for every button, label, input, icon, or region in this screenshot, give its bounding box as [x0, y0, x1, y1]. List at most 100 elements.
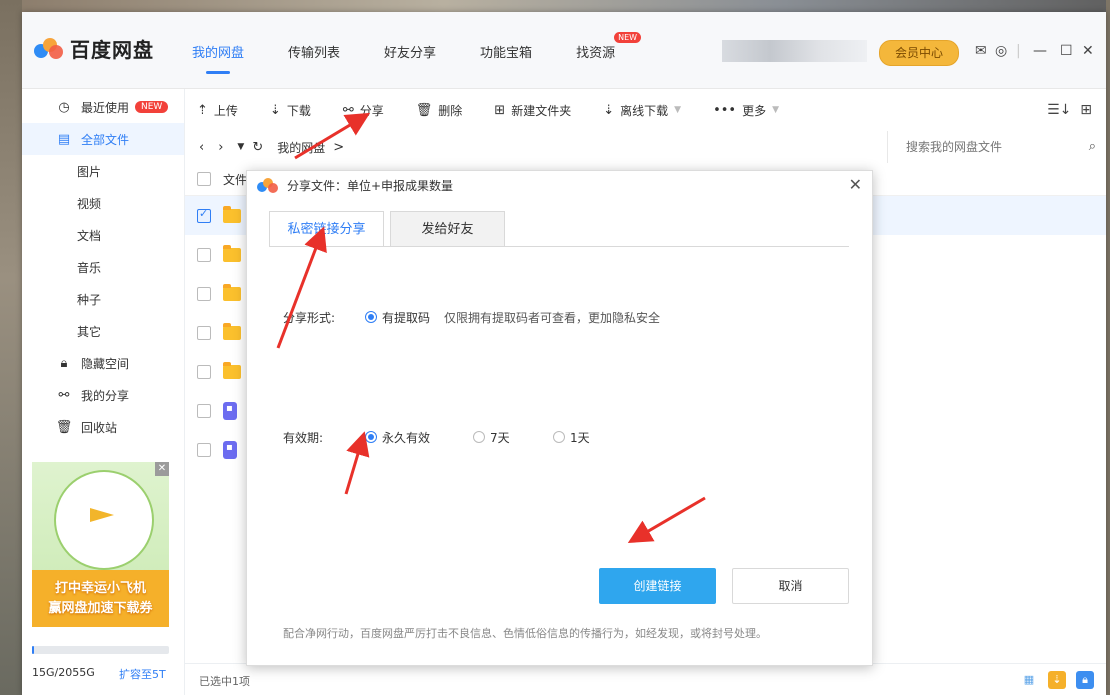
sidebar-item-all-files[interactable]: ▤ 全部文件	[22, 123, 184, 155]
create-link-button[interactable]: 创建链接	[599, 568, 716, 604]
sidebar-item-docs[interactable]: 文档	[22, 219, 184, 251]
settings-icon[interactable]: ◎	[995, 43, 1007, 59]
new-folder-button[interactable]: ⊞ 新建文件夹	[494, 102, 571, 119]
promo-banner[interactable]: ✕ 打中幸运小飞机 赢网盘加速下载券	[32, 462, 169, 627]
sidebar-item-my-shares[interactable]: ⚯ 我的分享	[22, 379, 184, 411]
sidebar-item-label: 隐藏空间	[81, 356, 130, 371]
storage-fill	[32, 646, 34, 654]
share-form-hint: 仅限拥有提取码者可查看，更加隐私安全	[444, 311, 661, 325]
main-nav: 我的网盘 传输列表 好友分享 功能宝箱 找资源 NEW	[192, 32, 659, 74]
nav-label: 好友分享	[384, 46, 437, 61]
minimize-icon[interactable]: —	[1033, 43, 1047, 59]
validity-permanent-radio[interactable]: 永久有效	[365, 429, 430, 446]
offline-download-icon: ⇣	[603, 102, 615, 118]
expand-storage-link[interactable]: 扩容至5T	[119, 666, 166, 682]
folder-icon	[223, 283, 241, 301]
sidebar-item-label: 其它	[77, 324, 102, 339]
storage-usage: 15G/2055G	[32, 666, 95, 679]
desktop-background	[0, 0, 1110, 12]
selection-count: 已选中1项	[199, 675, 250, 688]
chevron-down-icon: ▼	[772, 105, 780, 115]
sidebar-item-recycle-bin[interactable]: 🗑︎ 回收站	[22, 411, 184, 443]
mail-icon[interactable]: ✉	[975, 43, 987, 59]
back-icon[interactable]: ‹	[199, 140, 204, 155]
sidebar-item-others[interactable]: 其它	[22, 315, 184, 347]
tab-send-to-friend[interactable]: 发给好友	[390, 211, 505, 247]
row-checkbox[interactable]	[197, 325, 211, 340]
nav-find-resources[interactable]: 找资源 NEW	[576, 32, 642, 61]
app-logo: 百度网盘	[34, 34, 154, 63]
sort-icon[interactable]: ☰↓	[1047, 102, 1071, 118]
validity-7days-radio[interactable]: 7天	[473, 429, 510, 446]
search-icon[interactable]: ⌕	[1089, 139, 1096, 154]
policy-notice: 配合净网行动，百度网盘严厉打击不良信息、色情低俗信息的传播行为，如经发现，或将封…	[283, 627, 767, 640]
history-dropdown-icon[interactable]: ▼	[237, 142, 244, 152]
apps-icon[interactable]: ▦	[1020, 671, 1038, 689]
user-avatar-name[interactable]	[722, 40, 867, 62]
sidebar-item-images[interactable]: 图片	[22, 155, 184, 187]
sidebar-item-label: 我的分享	[81, 388, 130, 403]
delete-button[interactable]: 🗑︎ 删除	[416, 102, 463, 119]
baidu-netdisk-window: 百度网盘 我的网盘 传输列表 好友分享 功能宝箱 找资源 NEW 会员中心 ✉ ◎…	[22, 12, 1106, 695]
vip-center-button[interactable]: 会员中心	[879, 40, 959, 66]
folder-icon	[223, 322, 241, 340]
row-checkbox[interactable]	[197, 207, 211, 223]
sidebar-item-videos[interactable]: 视频	[22, 187, 184, 219]
lock-box-icon[interactable]: 🔒︎	[1076, 671, 1094, 689]
row-checkbox[interactable]	[197, 364, 211, 379]
row-checkbox[interactable]	[197, 247, 211, 262]
tool-label: 新建文件夹	[511, 103, 572, 118]
sidebar-item-label: 视频	[77, 196, 102, 211]
chevron-down-icon: ▼	[674, 105, 682, 115]
breadcrumb-current[interactable]: 我的网盘	[277, 139, 325, 156]
sidebar-item-hidden-space[interactable]: 🔒︎ 隐藏空间	[22, 347, 184, 379]
tab-private-link[interactable]: 私密链接分享	[269, 211, 384, 247]
close-window-icon[interactable]: ✕	[1082, 43, 1094, 59]
search-input[interactable]	[887, 131, 1092, 163]
nav-transfer-list[interactable]: 传输列表	[288, 42, 340, 61]
file-toolbar: ⇡ 上传 ⇣ 下载 ⚯ 分享 🗑︎ 删除 ⊞ 新建文件夹 ⇣ 离线下载 ▼ ••• 更多 ▼ ☰↓…	[185, 89, 1106, 131]
cloud-logo-icon	[34, 37, 64, 60]
nav-friend-share[interactable]: 好友分享	[384, 42, 436, 61]
select-all-checkbox[interactable]	[197, 172, 211, 186]
refresh-icon[interactable]: ↻	[252, 140, 263, 155]
path-bar: ‹ › ▼ ↻ 我的网盘 > ⌕	[185, 131, 1106, 163]
download-box-icon[interactable]: ⇣	[1048, 671, 1066, 689]
sidebar-item-torrents[interactable]: 种子	[22, 283, 184, 315]
nav-my-disk[interactable]: 我的网盘	[192, 42, 245, 74]
more-button[interactable]: ••• 更多 ▼	[713, 102, 779, 119]
nav-label: 我的网盘	[192, 46, 245, 61]
grid-view-icon[interactable]: ⊞	[1080, 102, 1092, 118]
share-button[interactable]: ⚯ 分享	[343, 102, 384, 119]
upload-button[interactable]: ⇡ 上传	[197, 102, 238, 119]
maximize-icon[interactable]: ☐	[1060, 43, 1073, 59]
sidebar-item-label: 回收站	[81, 420, 118, 435]
document-icon: ▤	[57, 131, 71, 147]
offline-download-button[interactable]: ⇣ 离线下载 ▼	[603, 102, 681, 119]
row-checkbox[interactable]	[197, 403, 211, 418]
video-file-icon	[223, 440, 237, 459]
validity-1day-radio[interactable]: 1天	[553, 429, 590, 446]
close-ad-icon[interactable]: ✕	[155, 462, 169, 476]
sidebar-item-recent[interactable]: ◷ 最近使用 NEW	[22, 91, 184, 123]
row-checkbox[interactable]	[197, 442, 211, 457]
extract-code-radio[interactable]: 有提取码	[365, 309, 430, 326]
cancel-button[interactable]: 取消	[732, 568, 849, 604]
share-form-label: 分享形式:	[283, 311, 336, 325]
radio-label: 7天	[490, 431, 510, 445]
download-button[interactable]: ⇣ 下载	[270, 102, 311, 119]
sidebar-item-label: 全部文件	[81, 132, 130, 147]
folder-icon	[223, 244, 241, 262]
clock-icon: ◷	[58, 99, 70, 115]
status-icons: ▦ ⇣ 🔒︎	[1010, 671, 1094, 689]
dialog-title-text: 分享文件：单位+申报成果数量	[287, 179, 454, 193]
close-icon[interactable]: ✕	[849, 175, 862, 194]
dialog-title: 分享文件：单位+申报成果数量	[257, 177, 453, 194]
nav-toolbox[interactable]: 功能宝箱	[480, 42, 532, 61]
tool-label: 更多	[742, 103, 767, 118]
row-checkbox[interactable]	[197, 286, 211, 301]
forward-icon[interactable]: ›	[218, 140, 223, 155]
radio-unselected	[473, 431, 485, 443]
sidebar-item-music[interactable]: 音乐	[22, 251, 184, 283]
column-header-filename: 文件	[223, 172, 248, 187]
